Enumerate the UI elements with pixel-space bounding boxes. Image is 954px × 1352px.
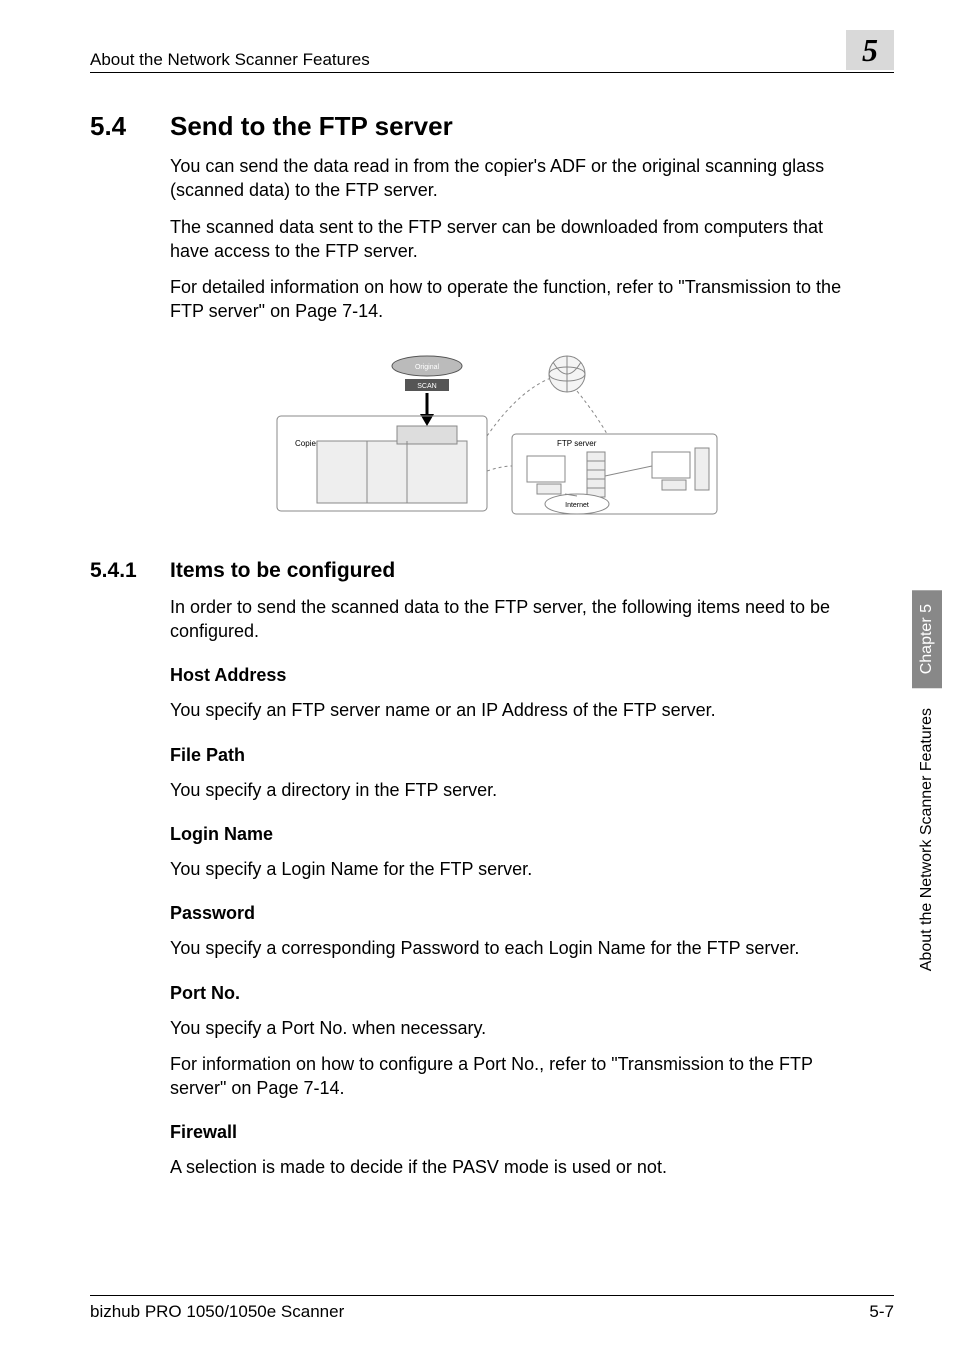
side-tab: Chapter 5 About the Network Scanner Feat…: [912, 590, 942, 986]
section-number: 5.4: [90, 111, 170, 142]
item-text: You specify a corresponding Password to …: [170, 936, 860, 960]
item-heading: Login Name: [170, 824, 894, 845]
subsection-intro: In order to send the scanned data to the…: [170, 595, 860, 644]
diagram-ftp-label: FTP server: [557, 439, 597, 448]
subsection-title: Items to be configured: [170, 559, 395, 583]
section-paragraph: For detailed information on how to opera…: [170, 275, 860, 324]
header-section-title: About the Network Scanner Features: [90, 50, 370, 70]
ftp-diagram: Original SCAN Copier FTP ser: [257, 346, 727, 531]
item-text: You specify a directory in the FTP serve…: [170, 778, 860, 802]
item-text: For information on how to configure a Po…: [170, 1052, 860, 1101]
page-footer: bizhub PRO 1050/1050e Scanner 5-7: [90, 1295, 894, 1322]
item-heading: Firewall: [170, 1122, 894, 1143]
chapter-number-box: 5: [846, 30, 894, 70]
subsection-number: 5.4.1: [90, 559, 170, 583]
side-tab-chapter: Chapter 5: [912, 590, 942, 688]
diagram-copier-label: Copier: [295, 439, 319, 448]
item-heading: File Path: [170, 745, 894, 766]
item-heading: Host Address: [170, 665, 894, 686]
footer-right: 5-7: [869, 1302, 894, 1322]
item-heading: Password: [170, 903, 894, 924]
section-heading: 5.4 Send to the FTP server: [90, 111, 894, 142]
page-header: About the Network Scanner Features 5: [90, 30, 894, 73]
item-text: You specify a Login Name for the FTP ser…: [170, 857, 860, 881]
item-text: You specify a Port No. when necessary.: [170, 1016, 860, 1040]
item-text: You specify an FTP server name or an IP …: [170, 698, 860, 722]
section-title: Send to the FTP server: [170, 111, 894, 142]
section-paragraph: The scanned data sent to the FTP server …: [170, 215, 860, 264]
diagram-scan-label: SCAN: [417, 383, 436, 390]
item-heading: Port No.: [170, 983, 894, 1004]
diagram-original-label: Original: [415, 364, 440, 371]
diagram-internet-label: Internet: [565, 502, 589, 509]
side-tab-label: About the Network Scanner Features: [918, 694, 936, 985]
section-paragraph: You can send the data read in from the c…: [170, 154, 860, 203]
subsection-heading: 5.4.1 Items to be configured: [90, 559, 894, 583]
item-text: A selection is made to decide if the PAS…: [170, 1155, 860, 1179]
footer-left: bizhub PRO 1050/1050e Scanner: [90, 1302, 344, 1322]
